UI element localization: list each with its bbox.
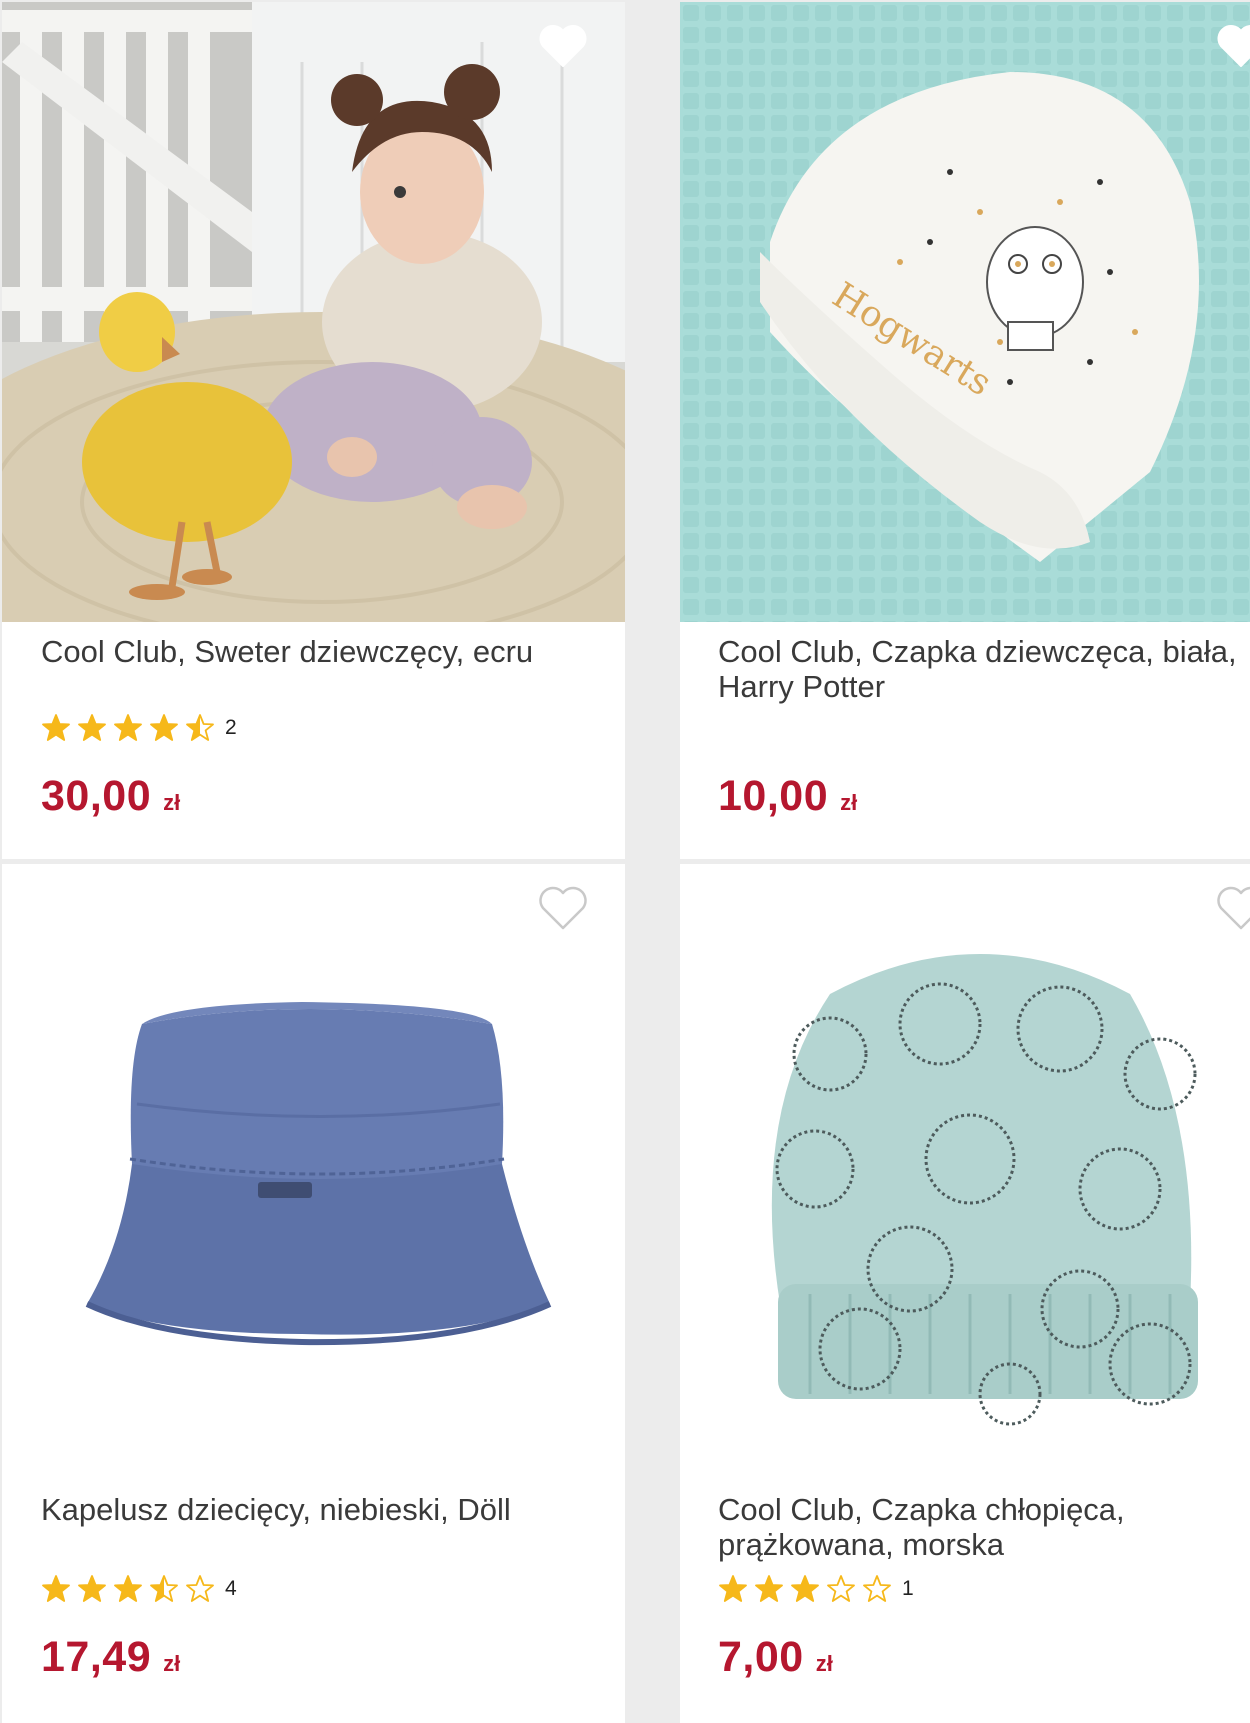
- rating-stars: [718, 1574, 892, 1604]
- product-title[interactable]: Cool Club, Sweter dziewczęcy, ecru: [41, 634, 601, 669]
- star-full-icon: [114, 1575, 142, 1602]
- rating-stars: [41, 1574, 215, 1604]
- star-full-icon: [42, 714, 70, 741]
- product-price: 17,49 zł: [41, 1633, 180, 1682]
- price-amount: 17,49: [41, 1633, 152, 1681]
- product-price: 30,00 zł: [41, 772, 180, 821]
- product-rating: 1: [718, 1573, 914, 1605]
- rating-count: 1: [902, 1577, 914, 1600]
- product-photo-beanie: [680, 864, 1250, 1484]
- rating-count: 2: [225, 716, 237, 739]
- rating-count: 4: [225, 1577, 237, 1600]
- star-full-icon: [755, 1575, 783, 1602]
- star-full-icon: [791, 1575, 819, 1602]
- product-image[interactable]: Hogwarts: [680, 2, 1250, 622]
- product-title[interactable]: Cool Club, Czapka chłopięca, prążkowana,…: [718, 1492, 1238, 1562]
- product-photo-girl-with-duckling: [2, 2, 625, 622]
- price-amount: 30,00: [41, 772, 152, 820]
- price-currency: zł: [163, 790, 181, 815]
- product-price: 10,00 zł: [718, 772, 857, 821]
- product-image[interactable]: [680, 864, 1250, 1484]
- star-half-icon: [186, 714, 214, 741]
- price-currency: zł: [840, 790, 858, 815]
- product-card[interactable]: Hogwarts Cool Club, Czapka dziewczęca, b…: [680, 2, 1250, 859]
- star-full-icon: [78, 714, 106, 741]
- star-full-icon: [42, 1575, 70, 1602]
- heart-icon[interactable]: [537, 22, 589, 70]
- heart-icon[interactable]: [1215, 884, 1250, 932]
- product-image[interactable]: [2, 2, 625, 622]
- product-card[interactable]: Cool Club, Czapka chłopięca, prążkowana,…: [680, 864, 1250, 1723]
- price-amount: 10,00: [718, 772, 829, 820]
- product-rating: 2: [41, 712, 237, 744]
- product-title[interactable]: Cool Club, Czapka dziewczęca, biała, Har…: [718, 634, 1238, 704]
- rating-stars: [41, 713, 215, 743]
- product-price: 7,00 zł: [718, 1633, 833, 1682]
- product-image[interactable]: [2, 864, 625, 1484]
- star-full-icon: [114, 714, 142, 741]
- star-empty-icon: [827, 1575, 855, 1602]
- star-half-icon: [150, 1575, 178, 1602]
- star-full-icon: [78, 1575, 106, 1602]
- star-empty-icon: [863, 1575, 891, 1602]
- product-photo-hogwarts-hat: Hogwarts: [680, 2, 1250, 622]
- price-amount: 7,00: [718, 1633, 804, 1681]
- star-full-icon: [150, 714, 178, 741]
- price-currency: zł: [163, 1651, 181, 1676]
- price-currency: zł: [815, 1651, 833, 1676]
- product-photo-bucket-hat: [2, 864, 625, 1484]
- product-card[interactable]: Cool Club, Sweter dziewczęcy, ecru 2 30,…: [2, 2, 625, 859]
- star-full-icon: [719, 1575, 747, 1602]
- product-rating: 4: [41, 1573, 237, 1605]
- heart-icon[interactable]: [537, 884, 589, 932]
- product-card[interactable]: Kapelusz dziecięcy, niebieski, Döll 4 17…: [2, 864, 625, 1723]
- star-empty-icon: [186, 1575, 214, 1602]
- product-title[interactable]: Kapelusz dziecięcy, niebieski, Döll: [41, 1492, 601, 1527]
- heart-icon[interactable]: [1215, 22, 1250, 70]
